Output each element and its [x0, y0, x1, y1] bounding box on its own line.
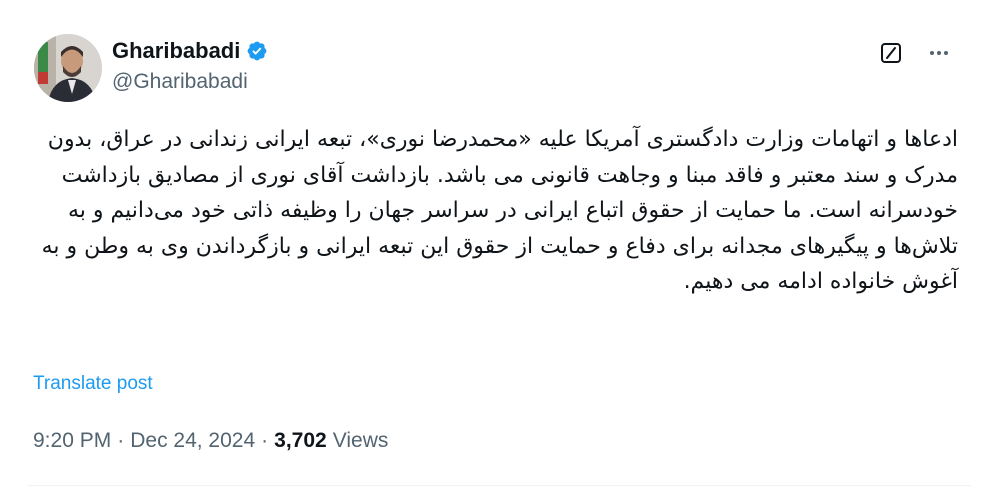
post-date[interactable]: Dec 24, 2024: [130, 429, 255, 453]
user-handle[interactable]: @Gharibabadi: [112, 70, 268, 94]
meta-separator: ·: [261, 429, 269, 452]
header-actions: [876, 38, 954, 68]
views-count: 3,702: [274, 429, 327, 452]
post-meta: 9:20 PM · Dec 24, 2024 · 3,702 Views: [33, 429, 388, 453]
translate-post-link[interactable]: Translate post: [33, 373, 153, 395]
verified-badge-icon[interactable]: [246, 40, 268, 62]
post-text: ادعاها و اتهامات وزارت دادگستری آمریکا ع…: [41, 127, 958, 294]
post-card: Gharibabadi @Gharibabadi ادعاها و اتهاما…: [0, 0, 999, 495]
post-header: Gharibabadi @Gharibabadi: [28, 30, 978, 110]
avatar-photo-icon: [34, 34, 102, 102]
grok-slash-icon[interactable]: [876, 38, 906, 68]
name-row: Gharibabadi: [112, 38, 268, 64]
avatar[interactable]: [34, 34, 102, 102]
display-name[interactable]: Gharibabadi: [112, 38, 240, 64]
meta-separator: ·: [117, 429, 125, 452]
post-time[interactable]: 9:20 PM: [33, 429, 111, 453]
more-dots-icon[interactable]: [924, 38, 954, 68]
divider: [28, 485, 971, 486]
views-label: Views: [332, 429, 389, 452]
user-block: Gharibabadi @Gharibabadi: [112, 38, 268, 94]
